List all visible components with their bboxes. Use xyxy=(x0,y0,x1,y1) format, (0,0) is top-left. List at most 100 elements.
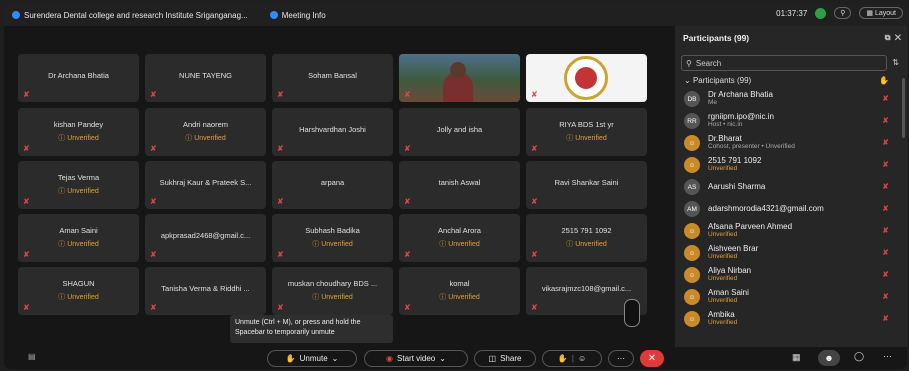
participant-tile[interactable]: RIYA BDS 1st yr ⓘ Unverified ✘ xyxy=(526,108,647,156)
participant-tile[interactable]: 2515 791 1092 ⓘ Unverified ✘ xyxy=(526,214,647,262)
participant-tile[interactable]: Ravi Shankar Saini ✘ xyxy=(526,161,647,209)
chevron-down-icon: ⌄ xyxy=(684,76,691,85)
chevron-down-icon[interactable]: ⌄ xyxy=(332,354,339,363)
participant-row[interactable]: RR rgniipm.ipo@nic.in Host • nic.in ✘ xyxy=(675,110,907,132)
participant-tile[interactable]: Sukhraj Kaur & Prateek S... ✘ xyxy=(145,161,266,209)
close-icon[interactable]: ✕ xyxy=(895,33,901,42)
top-right-controls: 01:37:37 ⚲ ▦ Layout xyxy=(776,7,903,19)
participant-name: Andri naorem xyxy=(182,120,229,129)
participant-tile[interactable]: komal ⓘ Unverified ✘ xyxy=(399,267,520,315)
mic-muted-icon: ✋ xyxy=(285,354,296,363)
unverified-label: Unverified xyxy=(575,241,607,248)
participant-name: Aliya Nirban xyxy=(708,266,752,275)
unverified-icon: ⓘ xyxy=(312,294,322,301)
participant-tile[interactable]: Subhash Badika ⓘ Unverified ✘ xyxy=(272,214,393,262)
participant-tile[interactable]: muskan choudhary BDS ... ⓘ Unverified ✘ xyxy=(272,267,393,315)
participant-search-input[interactable]: ⚲ Search xyxy=(681,55,887,71)
apps-icon[interactable]: ▦ xyxy=(792,352,801,363)
more-options-button[interactable]: ⋯ xyxy=(608,350,634,367)
meeting-timer: 01:37:37 xyxy=(776,8,808,18)
chat-icon[interactable]: ◯ xyxy=(854,351,864,362)
mute-all-icon[interactable]: ✋ xyxy=(879,76,889,85)
search-icon[interactable]: ⚲ xyxy=(834,7,852,19)
avatar: ☺ xyxy=(684,223,700,239)
participant-tile[interactable]: NUNE TAYENG ✘ xyxy=(145,54,266,102)
avatar: ☺ xyxy=(684,135,700,151)
captions-icon[interactable]: ▤ xyxy=(28,352,36,361)
chevron-down-icon[interactable]: ⌄ xyxy=(439,354,446,363)
participant-tile[interactable]: Dr Archana Bhatia ✘ xyxy=(18,54,139,102)
participant-row[interactable]: ☺ Ambika Unverified ✘ xyxy=(675,308,907,330)
unmute-button[interactable]: ✋ Unmute ⌄ xyxy=(267,350,357,367)
participant-row[interactable]: ☺ 2515 791 1092 Unverified ✘ xyxy=(675,154,907,176)
participant-tile[interactable]: ✘ xyxy=(526,54,647,102)
participant-tile[interactable]: Tanisha Verma & Riddhi ... ✘ xyxy=(145,267,266,315)
participant-name: Aman Saini xyxy=(708,288,749,297)
unverified-icon: ⓘ xyxy=(185,135,195,142)
layout-button[interactable]: ▦ Layout xyxy=(859,7,903,19)
participant-name: apkprasad2468@gmail.c... xyxy=(160,231,251,240)
participants-toggle-icon[interactable]: ☻ xyxy=(818,350,840,366)
participant-tile[interactable]: arpana ✘ xyxy=(272,161,393,209)
participant-name: Ravi Shankar Saini xyxy=(554,178,619,187)
participant-tile[interactable]: kishan Pandey ⓘ Unverified ✘ xyxy=(18,108,139,156)
meeting-info-button[interactable]: Meeting Info xyxy=(269,11,326,20)
participant-tile[interactable]: Andri naorem ⓘ Unverified ✘ xyxy=(145,108,266,156)
participant-name: Dr Archana Bhatia xyxy=(708,90,773,99)
participant-tile[interactable]: SHAGUN ⓘ Unverified ✘ xyxy=(18,267,139,315)
mic-muted-icon: ✘ xyxy=(23,303,30,312)
grid-scroll-control[interactable] xyxy=(624,299,640,327)
participants-panel: Participants (99) ⧉ ✕ ⚲ Search ⇅ ⌄ Parti… xyxy=(675,26,907,347)
unverified-badge: ⓘ Unverified xyxy=(18,239,139,249)
participant-row[interactable]: AM adarshmorodia4321@gmail.com ✘ xyxy=(675,198,907,220)
mic-muted-icon: ✘ xyxy=(150,90,157,99)
popout-icon[interactable]: ⧉ xyxy=(885,33,891,42)
participant-tile[interactable]: Harshvardhan Joshi ✘ xyxy=(272,108,393,156)
participant-tile[interactable]: apkprasad2468@gmail.c... ✘ xyxy=(145,214,266,262)
participant-name: Aishveen Brar xyxy=(708,244,759,253)
participants-scrollbar[interactable] xyxy=(902,78,905,138)
participant-row[interactable]: AS Aarushi Sharma ✘ xyxy=(675,176,907,198)
search-placeholder: Search xyxy=(695,58,722,68)
participant-tile[interactable]: Soham Bansal ✘ xyxy=(272,54,393,102)
participant-name: Harshvardhan Joshi xyxy=(299,125,366,134)
participant-tile[interactable]: tanish Aswal ✘ xyxy=(399,161,520,209)
unverified-label: Unverified xyxy=(448,241,480,248)
participant-name: Ambika xyxy=(708,310,735,319)
unverified-badge: ⓘ Unverified xyxy=(399,292,520,302)
participant-name: komal xyxy=(449,279,470,288)
mic-muted-icon: ✘ xyxy=(531,250,538,259)
start-video-button[interactable]: ◉ Start video ⌄ xyxy=(364,350,468,367)
leave-meeting-button[interactable]: ✕ xyxy=(640,350,664,367)
more-panel-icon[interactable]: ⋯ xyxy=(883,351,892,362)
unverified-icon: ⓘ xyxy=(58,294,68,301)
sort-icon[interactable]: ⇅ xyxy=(892,58,899,67)
participant-tile[interactable]: Aman Saini ⓘ Unverified ✘ xyxy=(18,214,139,262)
participant-row[interactable]: ☺ Afsana Parveen Ahmed Unverified ✘ xyxy=(675,220,907,242)
search-icon: ⚲ xyxy=(686,58,692,68)
participant-name: Aarushi Sharma xyxy=(708,182,766,191)
participant-tile[interactable]: ✘ xyxy=(399,54,520,102)
participant-row[interactable]: ☺ Dr.Bharat Cohost, presenter • Unverified… xyxy=(675,132,907,154)
unverified-label: Unverified xyxy=(575,135,607,142)
reactions-button[interactable]: ✋ | ☺ xyxy=(542,350,602,367)
share-button[interactable]: ◫ Share xyxy=(474,350,536,367)
security-shield-icon[interactable] xyxy=(815,7,827,19)
participant-row[interactable]: DB Dr Archana Bhatia Me ✘ xyxy=(675,88,907,110)
participant-row[interactable]: ☺ Aman Saini Unverified ✘ xyxy=(675,286,907,308)
unverified-label: Unverified xyxy=(448,294,480,301)
meeting-window: Surendera Dental college and research In… xyxy=(4,4,907,369)
unverified-icon: ⓘ xyxy=(312,241,322,248)
participant-tile[interactable]: Tejas Verma ⓘ Unverified ✘ xyxy=(18,161,139,209)
participant-name: vikasrajmzc108@gmail.c... xyxy=(541,284,632,293)
participants-list-header[interactable]: ⌄ Participants (99) ✋ xyxy=(675,76,907,88)
participant-tile[interactable]: Jolly and isha ✘ xyxy=(399,108,520,156)
raise-hand-icon: ✋ xyxy=(557,354,568,363)
avatar: ☺ xyxy=(684,289,700,305)
participant-row[interactable]: ☺ Aishveen Brar Unverified ✘ xyxy=(675,242,907,264)
participant-name: Tejas Verma xyxy=(57,173,100,182)
participant-row[interactable]: ☺ Aliya Nirban Unverified ✘ xyxy=(675,264,907,286)
mic-muted-icon: ✘ xyxy=(277,90,284,99)
mic-muted-icon: ✘ xyxy=(882,182,889,191)
participant-tile[interactable]: Anchal Arora ⓘ Unverified ✘ xyxy=(399,214,520,262)
